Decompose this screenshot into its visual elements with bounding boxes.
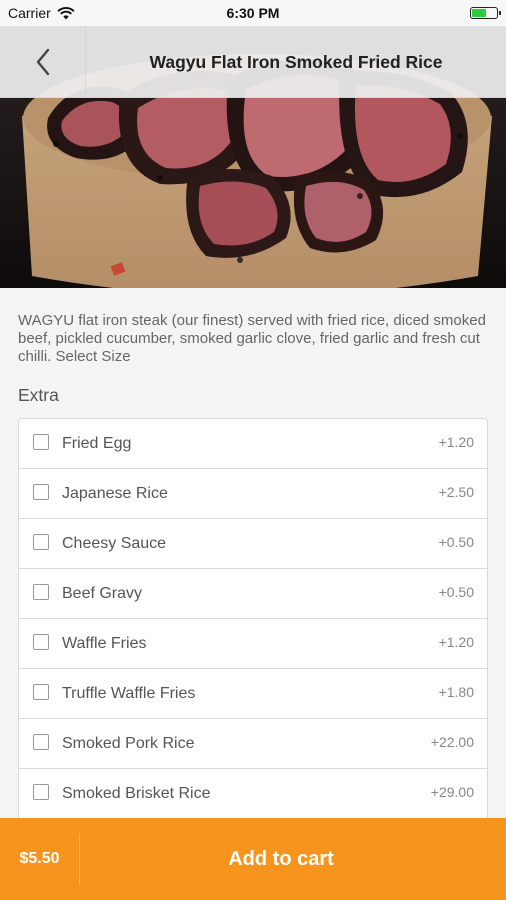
extra-name: Beef Gravy	[62, 584, 143, 602]
nav-bar: Wagyu Flat Iron Smoked Fried Rice	[0, 26, 506, 98]
extra-price: +29.00	[430, 784, 474, 800]
clock: 6:30 PM	[226, 5, 280, 21]
add-to-cart-label: Add to cart	[228, 847, 334, 870]
back-button[interactable]	[0, 26, 86, 98]
extra-option-truffle-waffle-fries[interactable]: Truffle Waffle Fries +1.80	[19, 669, 487, 719]
checkbox[interactable]	[33, 633, 49, 650]
extra-price: +2.50	[438, 483, 474, 500]
extra-name: Cheesy Sauce	[62, 534, 167, 552]
checkbox[interactable]	[33, 533, 49, 550]
extra-price: +0.50	[438, 583, 474, 600]
checkbox[interactable]	[33, 433, 49, 450]
extra-option-waffle-fries[interactable]: Waffle Fries +1.20	[19, 619, 487, 669]
extra-name: Truffle Waffle Fries	[62, 684, 196, 702]
extra-option-japanese-rice[interactable]: Japanese Rice +2.50	[19, 469, 487, 519]
checkbox[interactable]	[33, 733, 49, 750]
extra-name: Japanese Rice	[62, 484, 168, 502]
extra-option-smoked-brisket-rice[interactable]: Smoked Brisket Rice +29.00	[19, 769, 487, 818]
extra-price: +1.20	[438, 433, 474, 450]
add-to-cart-button[interactable]: $5.50 Add to cart	[0, 818, 506, 900]
extra-price: +1.80	[438, 683, 474, 700]
checkbox[interactable]	[33, 784, 49, 800]
extra-option-beef-gravy[interactable]: Beef Gravy +0.50	[19, 569, 487, 619]
battery-icon	[470, 7, 501, 19]
extra-price: +22.00	[430, 733, 474, 750]
extras-list: Fried Egg +1.20 Japanese Rice +2.50 Chee…	[18, 418, 488, 818]
checkbox[interactable]	[33, 483, 49, 500]
page-title: Wagyu Flat Iron Smoked Fried Rice	[149, 51, 443, 72]
extra-name: Fried Egg	[62, 434, 132, 452]
extra-option-fried-egg[interactable]: Fried Egg +1.20	[19, 419, 487, 469]
extra-option-cheesy-sauce[interactable]: Cheesy Sauce +0.50	[19, 519, 487, 569]
extra-name: Smoked Brisket Rice	[62, 785, 211, 802]
extra-price: +1.20	[438, 633, 474, 650]
extras-section-label: Extra	[18, 385, 59, 405]
chevron-left-icon	[36, 48, 49, 76]
cart-total-price: $5.50	[0, 833, 80, 885]
extra-option-smoked-pork-rice[interactable]: Smoked Pork Rice +22.00	[19, 719, 487, 769]
checkbox[interactable]	[33, 683, 49, 700]
extra-name: Waffle Fries	[62, 634, 147, 652]
status-bar: Carrier 6:30 PM	[0, 0, 506, 26]
extra-name: Smoked Pork Rice	[62, 734, 195, 752]
extra-price: +0.50	[438, 533, 474, 550]
product-description: WAGYU flat iron steak (our finest) serve…	[18, 312, 486, 365]
checkbox[interactable]	[33, 583, 49, 600]
product-details: WAGYU flat iron steak (our finest) serve…	[0, 288, 506, 818]
